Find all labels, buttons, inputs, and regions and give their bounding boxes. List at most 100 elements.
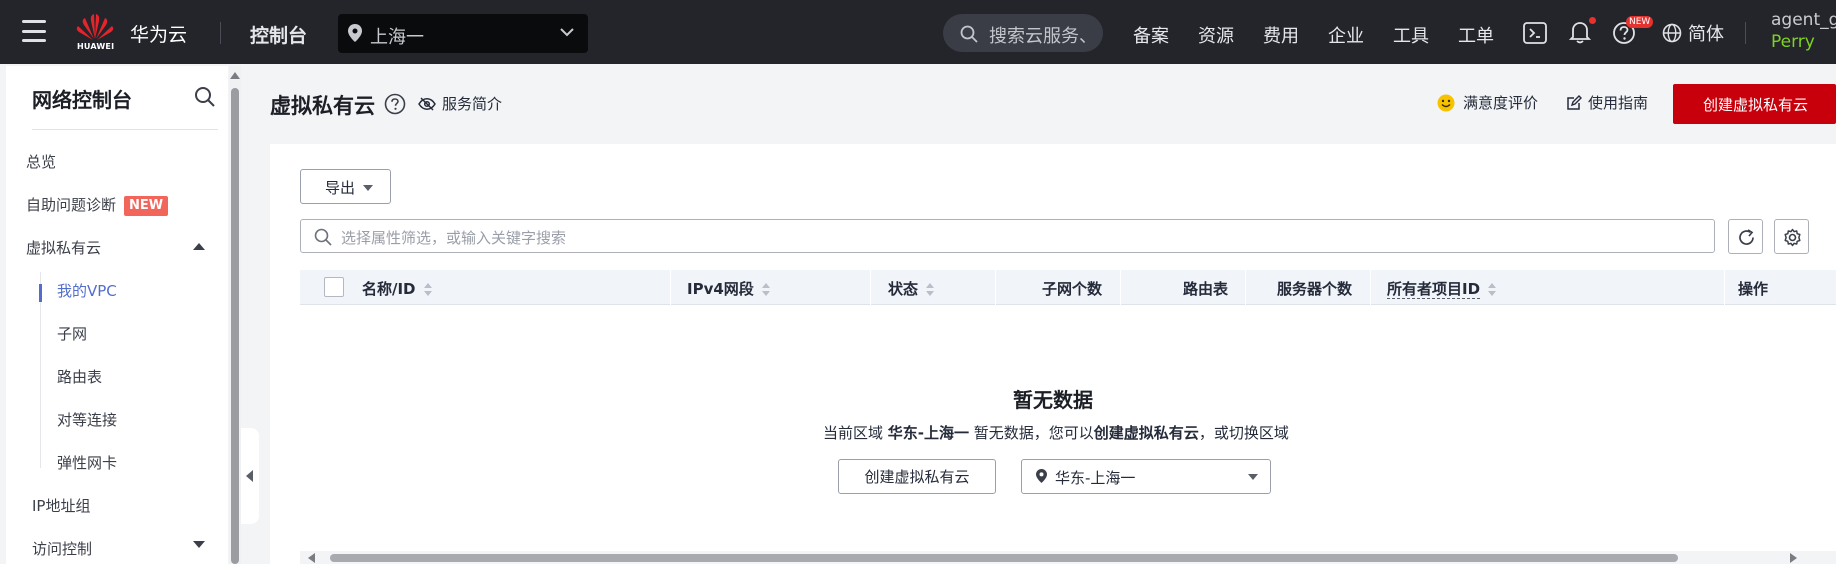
sidebar-item-access-control[interactable]: 访问控制 <box>32 538 92 559</box>
sort-icon[interactable] <box>926 282 935 297</box>
sidebar-item-vpc[interactable]: 虚拟私有云 <box>26 237 101 258</box>
user-subname: Perry <box>1771 32 1815 52</box>
console-link[interactable]: 控制台 <box>250 21 307 48</box>
expand-arrow-icon[interactable] <box>193 541 205 548</box>
sidebar-divider <box>32 129 218 130</box>
column-header-ipv4[interactable]: IPv4网段 <box>687 278 771 299</box>
desc-suffix: ，或切换区域 <box>1198 424 1289 442</box>
brand-name[interactable]: 华为云 <box>130 20 187 47</box>
globe-icon <box>1662 23 1682 43</box>
guide-label: 使用指南 <box>1588 94 1649 112</box>
column-label: 所有者项目ID <box>1387 280 1481 299</box>
column-header-server-count: 服务器个数 <box>1277 280 1353 298</box>
vpc-list-card <box>270 144 1836 564</box>
column-divider <box>870 270 871 305</box>
sidebar-item-eni[interactable]: 弹性网卡 <box>57 452 117 473</box>
sidebar-item-overview[interactable]: 总览 <box>26 151 56 172</box>
sidebar-item-diagnosis[interactable]: 自助问题诊断 NEW <box>26 194 169 216</box>
column-header-status[interactable]: 状态 <box>888 278 935 299</box>
search-icon[interactable] <box>194 86 216 108</box>
region-switch-select[interactable]: 华东-上海一 <box>1021 459 1271 494</box>
column-divider <box>1724 270 1725 305</box>
column-header-owner-project-id[interactable]: 所有者项目ID <box>1387 278 1497 299</box>
column-header-name[interactable]: 名称/ID <box>362 278 433 299</box>
scroll-left-arrow-icon[interactable] <box>308 553 315 563</box>
notification-dot <box>1589 17 1596 24</box>
scrollbar-thumb[interactable] <box>330 554 1678 562</box>
sidebar-scrollbar[interactable] <box>229 66 241 564</box>
nav-tools[interactable]: 工具 <box>1393 22 1429 48</box>
user-guide-link[interactable]: 使用指南 <box>1566 92 1648 113</box>
divider <box>220 22 221 44</box>
nav-resources[interactable]: 资源 <box>1198 22 1234 48</box>
satisfaction-rating-link[interactable]: 满意度评价 <box>1437 92 1538 113</box>
user-name: agent_g <box>1771 10 1836 30</box>
caret-down-icon <box>1248 474 1258 480</box>
column-divider <box>1120 270 1121 305</box>
sort-icon[interactable] <box>423 282 433 297</box>
smiley-icon <box>1437 94 1455 111</box>
nav-billing[interactable]: 费用 <box>1263 22 1299 48</box>
sidebar-item-ip-group[interactable]: IP地址组 <box>32 495 90 516</box>
terminal-icon[interactable] <box>1523 22 1547 44</box>
user-menu[interactable]: agent_g Perry <box>1771 9 1836 53</box>
search-placeholder: 搜索云服务、 <box>989 26 1097 47</box>
active-indicator <box>39 284 42 302</box>
desc-create-link[interactable]: 创建虚拟私有云 <box>1094 424 1199 442</box>
question-icon[interactable] <box>384 93 406 115</box>
filter-placeholder: 选择属性筛选，或输入关键字搜索 <box>341 229 567 247</box>
column-label: 状态 <box>888 280 919 298</box>
sidebar-collapse-toggle[interactable] <box>241 428 259 524</box>
refresh-button[interactable] <box>1728 219 1763 254</box>
intro-label: 服务简介 <box>442 95 503 113</box>
sidebar-item-my-vpc[interactable]: 我的VPC <box>57 280 117 301</box>
divider <box>1745 22 1746 44</box>
column-divider <box>995 270 996 305</box>
desc-region: 华东-上海一 <box>887 424 970 442</box>
column-header-subnet-count: 子网个数 <box>1042 280 1103 298</box>
empty-create-vpc-button[interactable]: 创建虚拟私有云 <box>838 459 996 494</box>
sidebar-item-peering[interactable]: 对等连接 <box>57 409 117 430</box>
huawei-logo[interactable]: HUAWEI <box>74 13 120 53</box>
global-search-input[interactable]: 搜索云服务、 <box>943 14 1103 52</box>
sidebar-title: 网络控制台 <box>32 88 132 112</box>
scroll-right-arrow-icon[interactable] <box>1790 553 1797 563</box>
language-switcher[interactable]: 简体 <box>1662 20 1724 46</box>
nav-beian[interactable]: 备案 <box>1133 22 1169 48</box>
search-icon <box>960 25 978 43</box>
sidebar-item-route-table[interactable]: 路由表 <box>57 366 102 387</box>
filter-search-input[interactable]: 选择属性筛选，或输入关键字搜索 <box>300 219 1715 253</box>
empty-state-description: 当前区域 华东-上海一 暂无数据，您可以创建虚拟私有云，或切换区域 <box>823 422 1289 443</box>
region-selector[interactable]: 上海一 <box>338 14 588 53</box>
language-label: 简体 <box>1688 24 1724 45</box>
export-label: 导出 <box>325 179 356 197</box>
column-divider <box>1370 270 1371 305</box>
scrollbar-thumb[interactable] <box>231 88 239 564</box>
new-badge: NEW <box>1626 16 1654 28</box>
scroll-up-arrow-icon[interactable] <box>230 72 240 79</box>
top-bar: HUAWEI 华为云 控制台 上海一 搜索云服务、 备案 资源 费用 企业 工具… <box>0 0 1836 64</box>
column-header-route-table: 路由表 <box>1183 280 1229 298</box>
sidebar-item-subnet[interactable]: 子网 <box>57 323 87 344</box>
location-pin-icon <box>1036 469 1047 483</box>
collapse-arrow-icon[interactable] <box>193 243 205 250</box>
create-vpc-button[interactable]: 创建虚拟私有云 <box>1673 84 1836 124</box>
export-button[interactable]: 导出 <box>300 169 391 204</box>
nav-tickets[interactable]: 工单 <box>1458 22 1494 48</box>
logo-wordmark: HUAWEI <box>77 42 115 51</box>
rating-label: 满意度评价 <box>1463 94 1539 112</box>
column-divider <box>670 270 671 305</box>
nav-enterprise[interactable]: 企业 <box>1328 22 1364 48</box>
region-label: 上海一 <box>370 27 424 48</box>
notification-bell-icon[interactable] <box>1569 20 1591 44</box>
select-all-checkbox[interactable] <box>324 277 344 297</box>
settings-button[interactable] <box>1774 219 1809 254</box>
desc-mid: 暂无数据，您可以 <box>969 424 1094 442</box>
horizontal-scrollbar[interactable] <box>300 551 1836 564</box>
column-divider <box>1245 270 1246 305</box>
sort-icon[interactable] <box>761 282 771 297</box>
service-intro-link[interactable]: 服务简介 <box>418 93 502 114</box>
chevron-down-icon <box>560 28 574 37</box>
sort-icon[interactable] <box>1488 282 1497 297</box>
hamburger-menu-icon[interactable] <box>22 20 46 42</box>
